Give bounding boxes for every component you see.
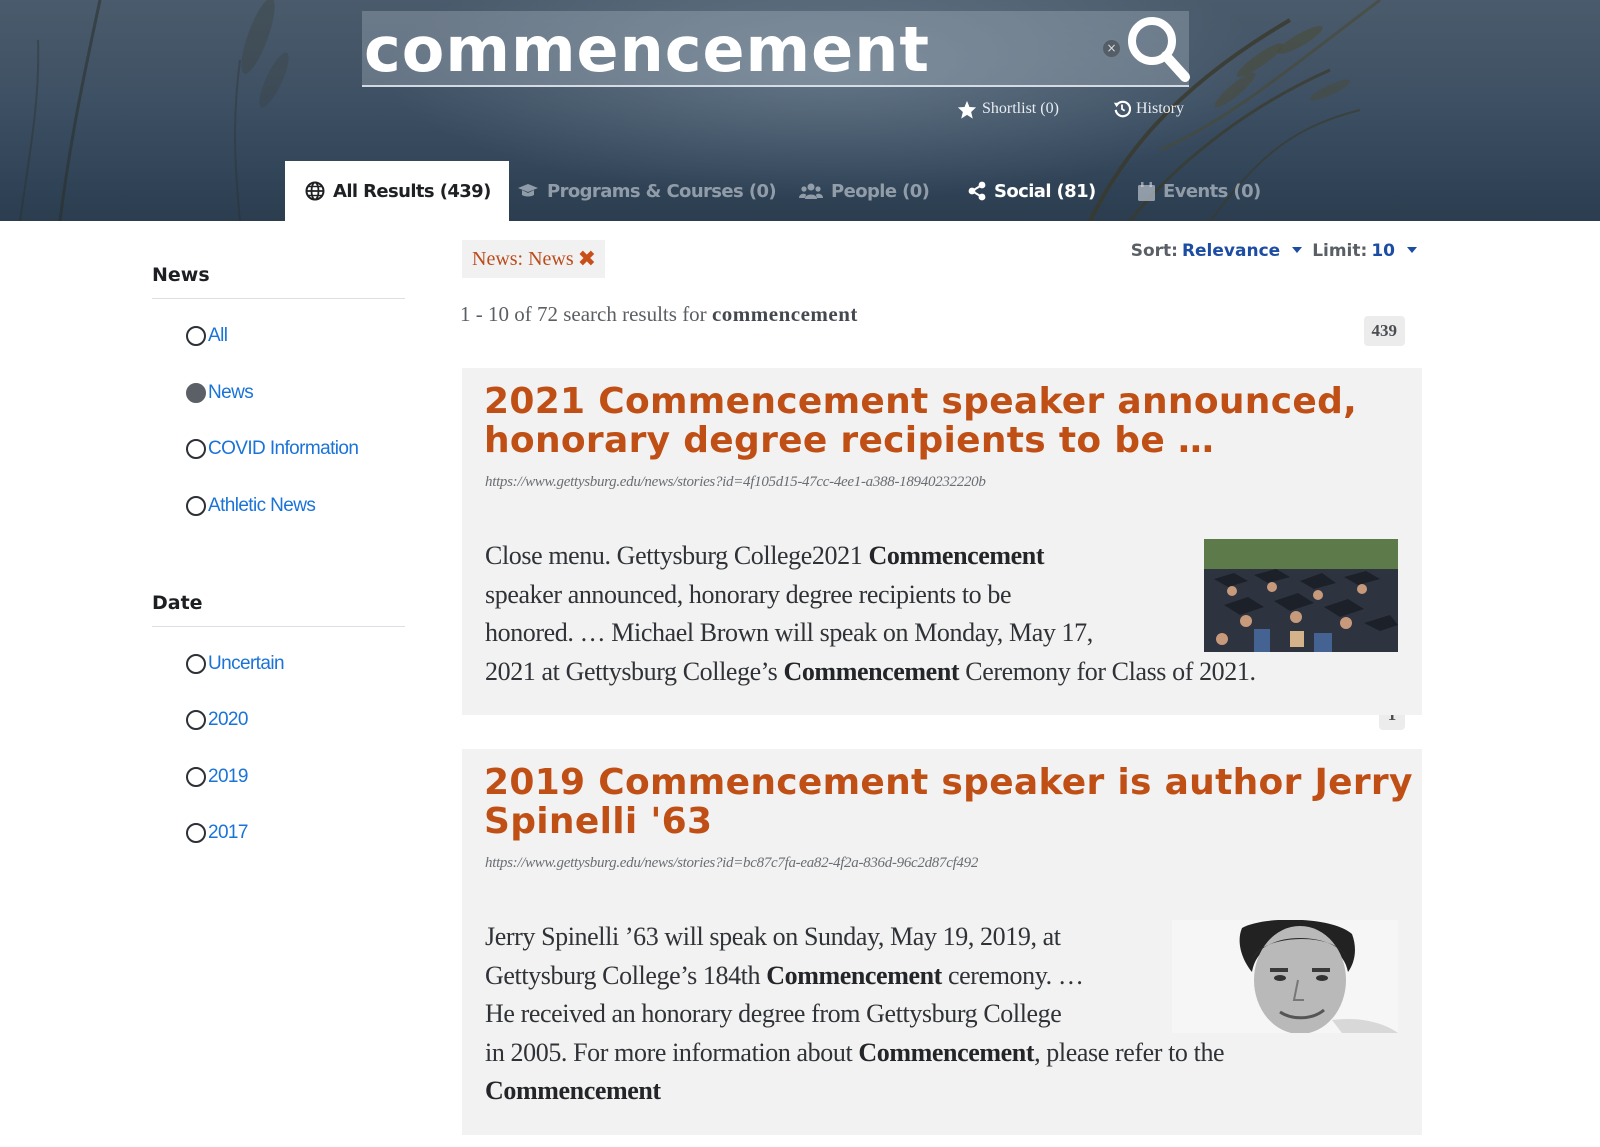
history-label: History [1136, 100, 1184, 117]
sort-label: Sort: [1130, 241, 1178, 261]
active-filter-chip: News: News ✖ [462, 240, 606, 278]
chevron-down-icon[interactable] [1292, 246, 1303, 253]
facet-item-2020[interactable]: 2020 [186, 707, 248, 733]
tab-label: Events (0) [1163, 180, 1261, 202]
result-snippet: Jerry Spinelli ’63 will speak on Sunday,… [485, 922, 1225, 1105]
facet-label: COVID Information [208, 438, 359, 459]
facet-label: Uncertain [208, 653, 285, 674]
search-input[interactable] [362, 11, 1082, 87]
radio-button[interactable] [186, 767, 206, 787]
calendar-icon [1138, 181, 1155, 201]
result-title-link[interactable]: 2019 Commencement speaker is author Jerr… [484, 763, 1413, 841]
result-tabs: All Results (439) Programs & Courses (0)… [0, 161, 1600, 221]
shortlist-label: Shortlist (0) [982, 100, 1059, 117]
clear-search-button[interactable]: × [1103, 40, 1120, 57]
facet-item-covid-information[interactable]: COVID Information [186, 436, 359, 462]
graduates-photo-thumbnail[interactable] [1204, 539, 1398, 652]
search-bar [362, 11, 1189, 87]
users-icon [799, 183, 823, 199]
facet-item-uncertain[interactable]: Uncertain [186, 651, 285, 677]
result-url: https://www.gettysburg.edu/news/stories?… [485, 855, 979, 871]
radio-button[interactable] [186, 439, 206, 459]
search-icon[interactable] [1125, 14, 1191, 84]
result-card: 2019 Commencement speaker is author Jerr… [462, 749, 1422, 1135]
tab-label: All Results (439) [333, 180, 491, 202]
facet-label: 2019 [208, 766, 248, 787]
star-icon [957, 100, 977, 119]
limit-dropdown[interactable]: 10 [1371, 241, 1395, 261]
divider [152, 298, 405, 299]
tab-programs-courses[interactable]: Programs & Courses (0) [517, 161, 777, 221]
tab-label: Programs & Courses (0) [547, 180, 777, 202]
history-icon [1113, 100, 1131, 118]
remove-filter-icon[interactable]: ✖ [578, 247, 596, 272]
facet-item-all[interactable]: All [186, 323, 228, 349]
result-title-link[interactable]: 2021 Commencement speaker announced, hon… [484, 382, 1357, 460]
result-snippet: Close menu. Gettysburg College2021 Comme… [485, 541, 1256, 686]
limit-label: Limit: [1312, 241, 1368, 261]
facet-item-2017[interactable]: 2017 [186, 820, 248, 846]
tab-social[interactable]: Social (81) [968, 161, 1096, 221]
radio-button[interactable] [186, 326, 206, 346]
facet-label: News [208, 382, 254, 403]
result-url: https://www.gettysburg.edu/news/stories?… [485, 474, 986, 490]
sort-dropdown[interactable]: Relevance [1182, 241, 1280, 261]
facet-item-athletic-news[interactable]: Athletic News [186, 493, 316, 519]
radio-button-selected[interactable] [186, 383, 206, 403]
history-link[interactable]: History [1113, 98, 1184, 120]
tab-people[interactable]: People (0) [799, 161, 930, 221]
radio-button[interactable] [186, 496, 206, 516]
globe-icon [305, 181, 325, 201]
facet-label: All [208, 325, 228, 346]
result-card: 2021 Commencement speaker announced, hon… [462, 368, 1422, 715]
results-summary: 1 - 10 of 72 search results for commence… [460, 302, 858, 327]
chevron-down-icon[interactable] [1407, 246, 1417, 253]
shortlist-link[interactable]: Shortlist (0) [957, 98, 1059, 120]
graduation-cap-icon [518, 184, 538, 197]
facet-label: 2020 [208, 709, 248, 730]
facet-item-news[interactable]: News [186, 380, 254, 406]
search-header: × Shortlist (0) History All Results (439… [0, 0, 1600, 221]
facet-title-date: Date [152, 592, 203, 614]
results-summary-query: commencement [711, 302, 858, 326]
facet-label: Athletic News [208, 495, 316, 516]
tab-label: People (0) [831, 180, 930, 202]
facet-item-2019[interactable]: 2019 [186, 764, 248, 790]
tab-all-results[interactable]: All Results (439) [285, 161, 509, 221]
author-portrait-thumbnail[interactable] [1172, 920, 1398, 1033]
facet-label: 2017 [208, 822, 248, 843]
radio-button[interactable] [186, 654, 206, 674]
active-filter-label: News: News [472, 247, 574, 270]
tab-events[interactable]: Events (0) [1138, 161, 1261, 221]
sort-controls: Sort: Relevance Limit: 10 [1131, 241, 1423, 261]
facet-title-news: News [152, 264, 210, 286]
radio-button[interactable] [186, 710, 206, 730]
results-summary-text: 1 - 10 of 72 search results for [460, 302, 707, 326]
radio-button[interactable] [186, 823, 206, 843]
tab-label: Social (81) [994, 180, 1096, 202]
facet-count-badge: 439 [1363, 316, 1405, 346]
share-icon [968, 181, 986, 201]
divider [152, 626, 405, 627]
